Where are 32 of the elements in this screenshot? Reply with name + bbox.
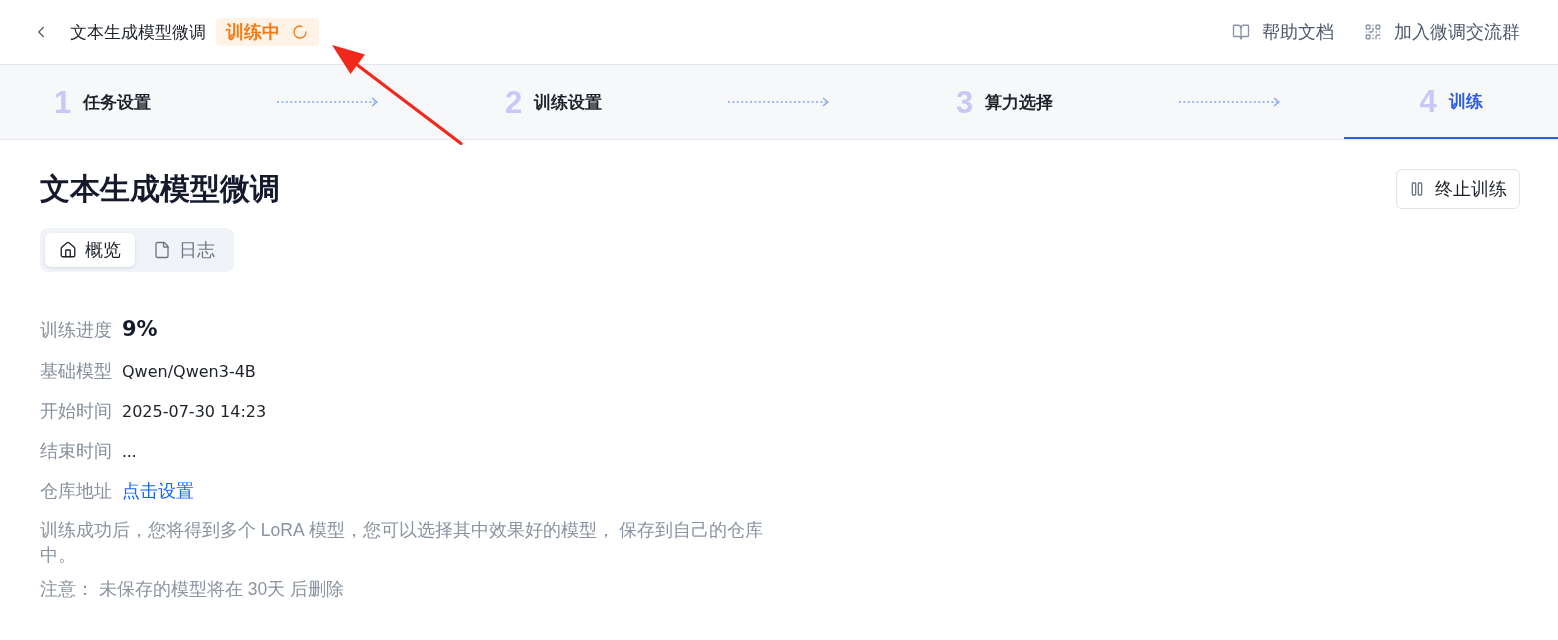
detail-value: 9%	[122, 316, 158, 342]
qr-code-icon	[1364, 23, 1382, 41]
detail-link[interactable]: 点击设置	[122, 480, 194, 502]
book-icon	[1232, 23, 1250, 41]
detail-label: 仓库地址	[40, 480, 112, 502]
detail-label: 训练进度	[40, 319, 112, 341]
page-title: 文本生成模型微调	[40, 170, 280, 207]
dotted-arrow-icon	[277, 97, 380, 107]
step-label: 训练设置	[534, 91, 603, 114]
header-link[interactable]: 加入微调交流群	[1364, 20, 1520, 44]
stop-training-button[interactable]: 终止训练	[1396, 169, 1520, 209]
dotted-arrow-icon	[1179, 97, 1282, 107]
header-title: 文本生成模型微调	[70, 21, 206, 44]
step-label: 训练	[1448, 90, 1483, 113]
home-icon	[59, 241, 77, 259]
document-icon	[153, 241, 171, 259]
detail-label: 开始时间	[40, 400, 112, 422]
detail-value: 2025-07-30 14:23	[122, 401, 267, 423]
step-label: 算力选择	[985, 91, 1054, 114]
detail-label: 基础模型	[40, 360, 112, 382]
view-tab[interactable]: 日志	[139, 233, 229, 267]
pause-icon	[1409, 181, 1425, 197]
detail-value: ...	[122, 440, 137, 462]
dotted-arrow-icon	[728, 97, 831, 107]
note-text: 注意： 未保存的模型将在 30天 后删除	[40, 578, 346, 601]
status-label: 训练中	[226, 21, 280, 44]
header-link[interactable]: 帮助文档	[1232, 20, 1334, 44]
detail-label: 结束时间	[40, 440, 112, 462]
step-label: 任务设置	[83, 91, 152, 114]
note-text: 训练成功后，您将得到多个 LoRA 模型，您可以选择其中效果好的模型， 保存到自己的仓库中。	[40, 519, 765, 567]
detail-value: Qwen/Qwen3-4B	[122, 361, 256, 383]
view-tab[interactable]: 概览	[45, 233, 135, 267]
